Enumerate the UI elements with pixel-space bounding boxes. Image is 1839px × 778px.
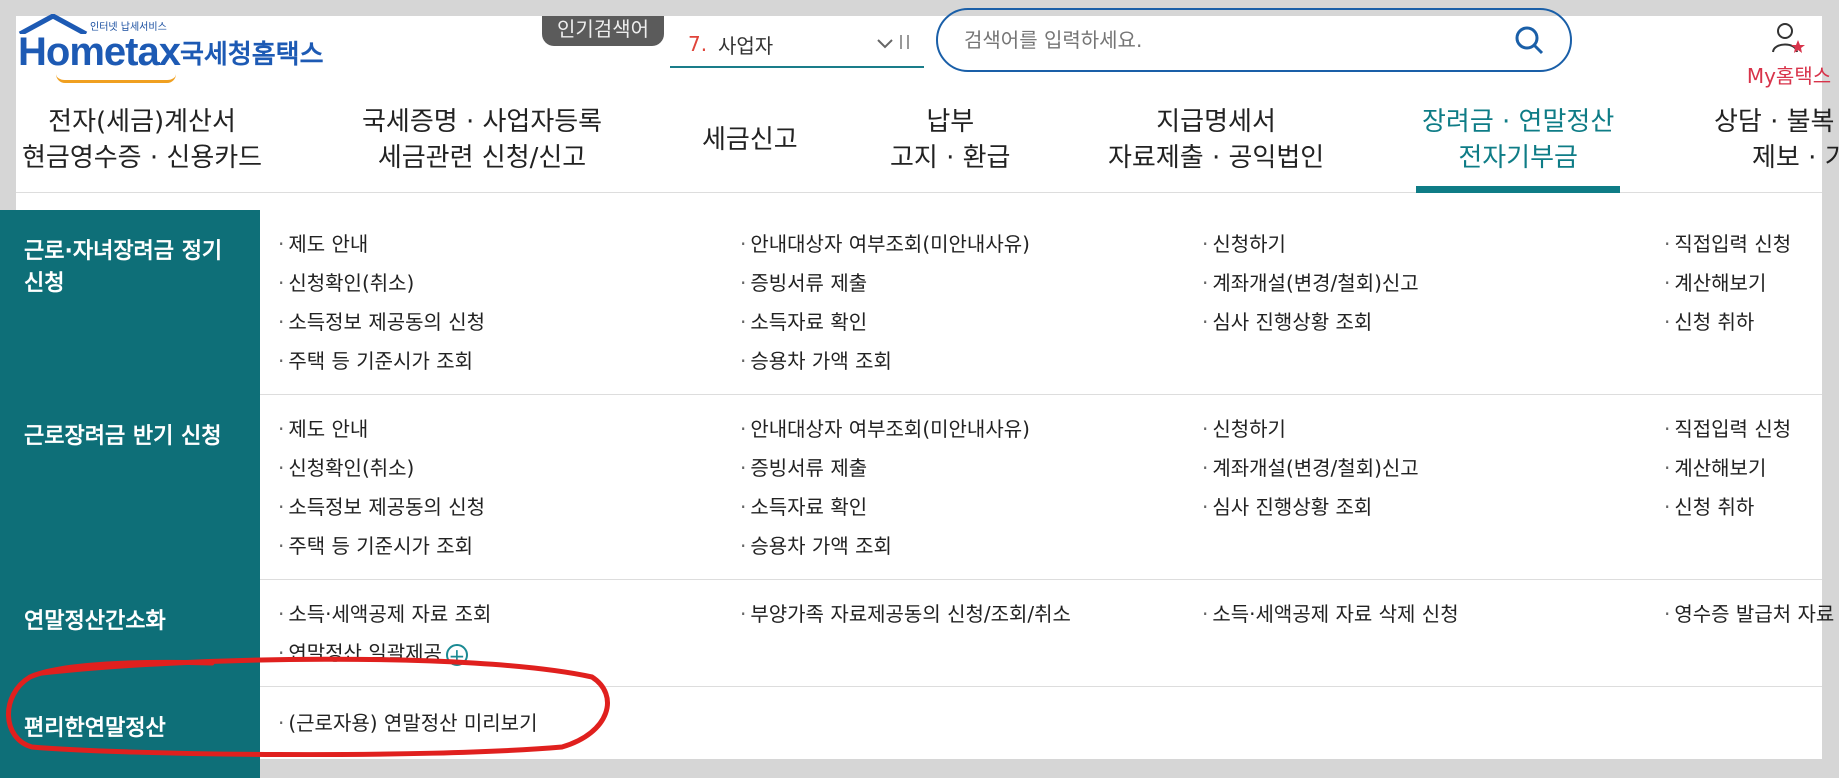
menu-link[interactable]: 증빙서류 제출 (740, 267, 867, 296)
search-box (936, 8, 1572, 72)
menu-link[interactable]: 직접입력 신청 (1664, 413, 1791, 442)
active-tab-underline (1416, 186, 1621, 193)
nav-payment-statements[interactable]: 지급명세서 자료제출 · 공익법인 (1108, 104, 1324, 176)
search-input[interactable] (962, 27, 1512, 53)
menu-link[interactable]: 계좌개설(변경/철회)신고 (1202, 267, 1418, 296)
nav-label: 전자(세금)계산서 (48, 107, 236, 137)
menu-section: 연말정산간소화 소득·세액공제 자료 조회 부양가족 자료제공동의 신청/조회/… (0, 580, 1834, 687)
menu-link[interactable]: 부양가족 자료제공동의 신청/조회/취소 (740, 598, 1071, 627)
page-frame: 인터넷 납세서비스 Hometax 국세청홈택스 인기검색어 7. 사업자 My… (0, 8, 1839, 778)
menu-link[interactable]: (근로자용) 연말정산 미리보기 (278, 707, 537, 736)
nav-label: 장려금 · 연말정산 (1422, 107, 1615, 137)
nav-e-invoice[interactable]: 전자(세금)계산서 현금영수증 · 신용카드 (22, 104, 262, 176)
nav-label: 지급명세서 (1156, 107, 1276, 137)
menu-link[interactable]: 계산해보기 (1664, 452, 1766, 481)
menu-link[interactable]: 심사 진행상황 조회 (1202, 306, 1372, 335)
nav-label: 고지 · 환급 (890, 143, 1011, 173)
nav-certificates[interactable]: 국세증명 · 사업자등록 세금관련 신청/신고 (362, 104, 602, 176)
logo-korean-name: 국세청홈택스 (180, 40, 324, 70)
popular-search-tag: 인기검색어 (542, 16, 664, 46)
nav-label: 전자기부금 (1458, 143, 1578, 173)
menu-link[interactable]: 신청 취하 (1664, 491, 1754, 520)
menu-link[interactable]: 소득정보 제공동의 신청 (278, 491, 485, 520)
menu-link-label: 연말정산 일괄제공 (288, 641, 442, 665)
my-hometax-button[interactable]: My홈택스 (1744, 22, 1834, 89)
menu-link[interactable]: 소득·세액공제 자료 삭제 신청 (1202, 598, 1458, 627)
menu-section: 근로·자녀장려금 정기 신청 제도 안내 안내대상자 여부조회(미안내사유) 신… (0, 210, 1822, 395)
menu-link[interactable]: 증빙서류 제출 (740, 452, 867, 481)
menu-link[interactable]: 안내대상자 여부조회(미안내사유) (740, 413, 1030, 442)
ranking-number: 7. (688, 32, 708, 56)
popular-search-ranking[interactable]: 7. 사업자 (670, 22, 924, 68)
nav-label: 자료제출 · 공익법인 (1108, 143, 1325, 173)
nav-label: 세금신고 (702, 125, 798, 155)
menu-category[interactable]: 근로·자녀장려금 정기 신청 (0, 210, 260, 395)
nav-label: 국세증명 · 사업자등록 (362, 107, 603, 137)
menu-link[interactable]: 심사 진행상황 조회 (1202, 491, 1372, 520)
menu-link[interactable]: 신청하기 (1202, 413, 1286, 442)
nav-incentives-year-end[interactable]: 장려금 · 연말정산 전자기부금 (1416, 104, 1621, 193)
menu-link[interactable]: 주택 등 기준시가 조회 (278, 345, 473, 374)
menu-link[interactable]: 제도 안내 (278, 228, 368, 257)
mega-menu: 근로·자녀장려금 정기 신청 제도 안내 안내대상자 여부조회(미안내사유) 신… (0, 210, 1834, 778)
menu-link[interactable]: 영수증 발급처 자료 (1664, 598, 1834, 627)
menu-link[interactable]: 신청확인(취소) (278, 267, 414, 296)
my-hometax-label: My홈택스 (1746, 64, 1832, 88)
nav-label: 납부 (926, 107, 975, 137)
nav-consult-appeal[interactable]: 상담 · 불복 제보 · 기 (1714, 104, 1839, 176)
menu-link[interactable]: 소득정보 제공동의 신청 (278, 306, 485, 335)
menu-link[interactable]: 계산해보기 (1664, 267, 1766, 296)
menu-link-with-expand[interactable]: 연말정산 일괄제공+ (278, 637, 468, 666)
nav-payment[interactable]: 납부 고지 · 환급 (890, 104, 1010, 176)
menu-link[interactable]: 계좌개설(변경/철회)신고 (1202, 452, 1418, 481)
menu-link[interactable]: 승용차 가액 조회 (740, 530, 892, 559)
nav-label: 제보 · 기 (1752, 143, 1839, 173)
nav-label: 세금관련 신청/신고 (377, 143, 587, 173)
menu-link[interactable]: 직접입력 신청 (1664, 228, 1791, 257)
nav-tax-filing[interactable]: 세금신고 (702, 122, 798, 158)
search-icon[interactable] (1512, 23, 1546, 57)
menu-section: 근로장려금 반기 신청 제도 안내 안내대상자 여부조회(미안내사유) 신청하기… (0, 395, 1822, 580)
hometax-logo[interactable]: 인터넷 납세서비스 Hometax 국세청홈택스 (16, 14, 336, 86)
menu-category[interactable]: 근로장려금 반기 신청 (0, 395, 260, 580)
logo-brand: Hometax (18, 30, 181, 74)
menu-link[interactable]: 제도 안내 (278, 413, 368, 442)
menu-link[interactable]: 신청하기 (1202, 228, 1286, 257)
menu-link[interactable]: 신청 취하 (1664, 306, 1754, 335)
menu-link[interactable]: 신청확인(취소) (278, 452, 414, 481)
pause-icon[interactable] (898, 34, 924, 55)
menu-link[interactable]: 주택 등 기준시가 조회 (278, 530, 473, 559)
menu-link[interactable]: 안내대상자 여부조회(미안내사유) (740, 228, 1030, 257)
ranking-keyword[interactable]: 사업자 (718, 30, 876, 59)
menu-link[interactable]: 소득·세액공제 자료 조회 (278, 598, 491, 627)
chevron-down-icon[interactable] (876, 34, 898, 55)
menu-link[interactable]: 승용차 가액 조회 (740, 345, 892, 374)
plus-circle-icon[interactable]: + (445, 643, 468, 666)
nav-label: 현금영수증 · 신용카드 (22, 143, 263, 173)
menu-category[interactable]: 편리한연말정산 (0, 687, 260, 778)
main-navigation: 전자(세금)계산서 현금영수증 · 신용카드 국세증명 · 사업자등록 세금관련… (16, 98, 1839, 193)
menu-link[interactable]: 소득자료 확인 (740, 491, 867, 520)
logo-swoosh (56, 74, 176, 83)
menu-section: 편리한연말정산 (근로자용) 연말정산 미리보기 (0, 687, 1822, 778)
menu-link[interactable]: 소득자료 확인 (740, 306, 867, 335)
menu-category[interactable]: 연말정산간소화 (0, 580, 260, 687)
nav-label: 상담 · 불복 (1714, 107, 1835, 137)
user-star-icon (1772, 23, 1805, 53)
